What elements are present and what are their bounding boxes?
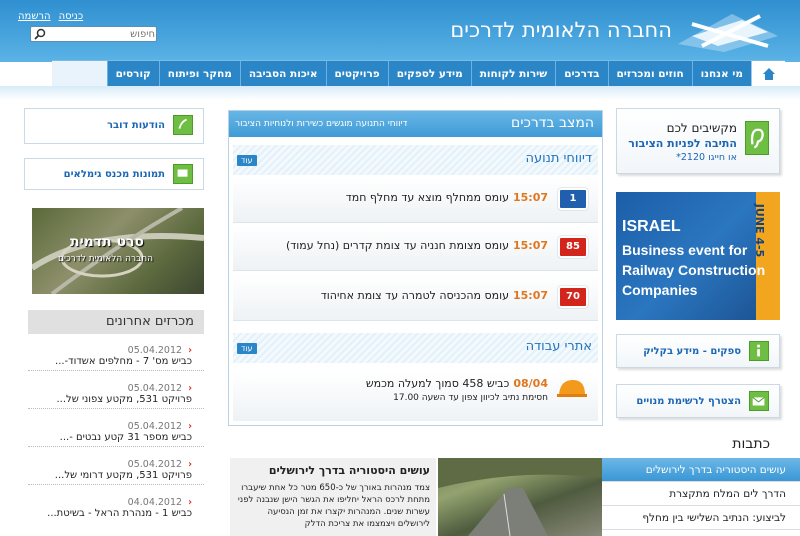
feature-image[interactable] <box>438 458 602 536</box>
subscribe-label: הצטרף לרשימת מנויים <box>636 396 741 407</box>
suppliers-label: ספקים - מידע בקליק <box>643 346 741 357</box>
listen-heading: מקשיבים לכם <box>666 121 737 135</box>
home-icon <box>763 68 775 80</box>
feature-body: צמד מנהרות באורך של כ-650 מטר כל אחת שיע… <box>237 483 430 529</box>
nav-suppliers[interactable]: מידע לספקים <box>387 61 471 87</box>
public-inquiry-box[interactable]: מקשיבים לכם התיבה לפניות הציבור או חייגו… <box>616 108 780 174</box>
work-site-item[interactable]: 08/04כביש 458 סמוך למעלה מכמש חסימת נתיב… <box>233 373 598 421</box>
gimalaim-label: תמונות מכנס גימלאים <box>63 169 165 180</box>
report-time: 15:07 <box>512 191 548 204</box>
event-line: Companies <box>622 282 698 298</box>
promo-video-banner[interactable]: סרט תדמית החברה הלאומית לדרכים <box>32 208 204 294</box>
feature-headline: עושים היסטוריה בדרך לירושלים <box>268 464 430 477</box>
road-status-subtitle: דיווחי התנועה מוגשים כשירות ולנוחיות הצי… <box>235 119 408 129</box>
event-line: Railway Construction <box>622 262 766 278</box>
article-item[interactable]: לביצוע: הנתיב השלישי בין מחלף <box>602 506 800 530</box>
register-link[interactable]: הרשמה <box>18 11 51 22</box>
nav-customer-service[interactable]: שירות לקוחות <box>470 61 556 87</box>
traffic-title: דיווחי תנועה <box>525 151 592 166</box>
site-header: כניסה הרשמה החברה הלאומית לדרכים <box>0 0 800 62</box>
list-item[interactable]: 04.04.2012כביש 1 - מנהרת הראל - בשיטת... <box>28 497 204 519</box>
railway-event-banner[interactable]: JUNE 4-5 ISRAEL Business event for Railw… <box>616 192 780 320</box>
recent-tenders-title: מכרזים אחרונים <box>28 310 204 334</box>
login-link[interactable]: כניסה <box>59 11 84 22</box>
nav-tenders[interactable]: חוזים ומכרזים <box>607 61 692 87</box>
feature-article[interactable]: עושים היסטוריה בדרך לירושלים צמד מנהרות … <box>230 458 436 536</box>
nav-environment[interactable]: איכות הסביבה <box>239 61 326 87</box>
tunnel-road-image <box>438 458 602 536</box>
article-item[interactable]: הדרך לים המלח מתקצרת <box>602 482 800 506</box>
article-list: עושים היסטוריה בדרך לירושלים הדרך לים המ… <box>602 458 800 530</box>
traffic-report[interactable]: 70 15:07עומס מהכניסה לטמרה עד צומת אחיהו… <box>233 275 598 321</box>
highway-image <box>32 208 204 294</box>
articles-title: כתבות <box>732 436 770 452</box>
road-status-header: המצב בדרכים דיווחי התנועה מוגשים כשירות … <box>229 111 602 137</box>
nav-about[interactable]: מי אנחנו <box>691 61 751 87</box>
report-time: 15:07 <box>512 289 548 302</box>
road-sign-icon: 85 <box>558 236 588 258</box>
road-status-title: המצב בדרכים <box>511 115 594 131</box>
traffic-report[interactable]: 85 15:07עומס מצומת חנניה עד צומת קדרים (… <box>233 225 598 271</box>
report-text: עומס ממחלף מוצא עד מחלף חמד <box>345 191 509 204</box>
event-country: ISRAEL <box>622 218 681 235</box>
nav-projects[interactable]: פרויקטים <box>325 61 388 87</box>
report-text: עומס מצומת חנניה עד צומת קדרים (נחל עמוד… <box>286 239 509 252</box>
gimalaim-box[interactable]: תמונות מכנס גימלאים <box>24 158 204 190</box>
search-input[interactable] <box>49 27 155 41</box>
work-date: 08/04 <box>513 377 548 390</box>
nav-courses[interactable]: קורסים <box>106 61 159 87</box>
banner-title: סרט תדמית <box>70 234 144 250</box>
traffic-more-button[interactable]: עוד <box>237 155 257 166</box>
ear-icon <box>745 121 769 155</box>
spokesman-box[interactable]: הודעות דובר <box>24 108 204 144</box>
monitor-icon <box>173 164 193 184</box>
traffic-report[interactable]: 1 15:07עומס ממחלף מוצא עד מחלף חמד <box>233 177 598 223</box>
report-text: עומס מהכניסה לטמרה עד צומת אחיהוד <box>320 289 509 302</box>
banner-subtitle: החברה הלאומית לדרכים <box>58 254 154 264</box>
list-item[interactable]: 05.04.2012פרויקט 531, מקטע דרומי של... <box>28 459 204 485</box>
spokesman-label: הודעות דובר <box>106 120 165 131</box>
work-details: חסימת נתיב לכיוון צפון עד השעה 17.00 <box>393 393 548 403</box>
site-title[interactable]: החברה הלאומית לדרכים <box>450 18 672 42</box>
top-links: כניסה הרשמה <box>18 11 83 22</box>
list-item[interactable]: 05.04.2012כביש מס' 7 - מחלפים אשדוד-... <box>28 345 204 371</box>
info-icon <box>749 341 769 361</box>
nav-research[interactable]: מחקר ופיתוח <box>158 61 240 87</box>
road-sign-icon: 70 <box>558 286 588 308</box>
helmet-icon <box>557 380 587 397</box>
nav-shadow <box>0 86 800 100</box>
report-time: 15:07 <box>512 239 548 252</box>
list-item[interactable]: 05.04.2012כביש מספר 31 קטע נבטים -... <box>28 421 204 447</box>
road-status-panel: המצב בדרכים דיווחי התנועה מוגשים כשירות … <box>228 110 603 426</box>
traffic-section-header: דיווחי תנועה עוד <box>233 145 598 175</box>
work-more-button[interactable]: עוד <box>237 343 257 354</box>
work-location: כביש 458 סמוך למעלה מכמש <box>365 377 510 390</box>
phone-text: או חייגו 2120* <box>676 152 737 163</box>
search-icon[interactable] <box>34 28 46 40</box>
envelope-icon <box>749 391 769 411</box>
search-box <box>30 26 157 42</box>
road-sign-icon: 1 <box>558 188 588 210</box>
suppliers-box[interactable]: ספקים - מידע בקליק <box>616 334 780 368</box>
list-item[interactable]: 05.04.2012פרויקט 531, מקטע צפוני של... <box>28 383 204 409</box>
work-title: אתרי עבודה <box>525 339 592 354</box>
road-logo-icon[interactable] <box>672 6 784 54</box>
work-section-header: אתרי עבודה עוד <box>233 333 598 363</box>
inquiry-link[interactable]: התיבה לפניות הציבור <box>628 137 737 150</box>
main-nav: מי אנחנו חוזים ומכרזים בדרכים שירות לקוח… <box>52 60 785 87</box>
document-icon <box>173 115 193 135</box>
nav-roads[interactable]: בדרכים <box>555 61 608 87</box>
nav-home[interactable] <box>751 61 785 87</box>
subscribe-box[interactable]: הצטרף לרשימת מנויים <box>616 384 780 418</box>
article-item[interactable]: עושים היסטוריה בדרך לירושלים <box>602 458 800 482</box>
event-line: Business event for <box>622 242 748 258</box>
